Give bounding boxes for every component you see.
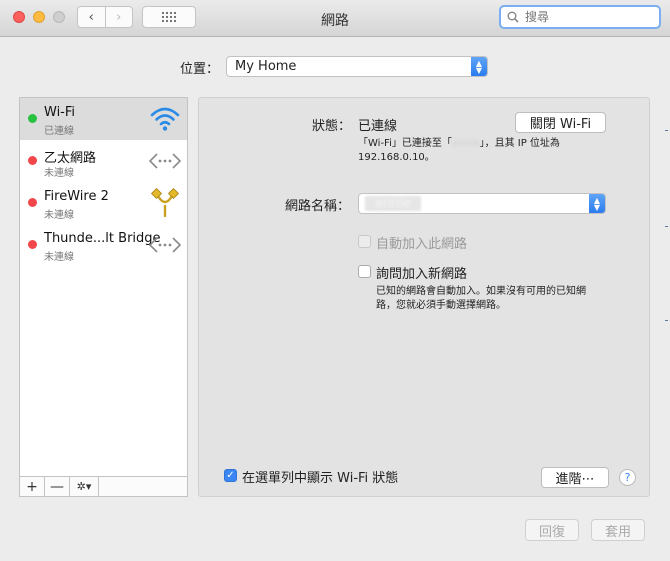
add-service-button[interactable]: +: [20, 477, 45, 496]
status-desc-text: 「Wi-Fi」已連接至「: [358, 138, 452, 149]
background-edge-mark: [665, 226, 668, 227]
help-icon[interactable]: ?: [619, 469, 636, 486]
status-dot: [28, 240, 37, 249]
location-popup[interactable]: My Home ▲ ▼: [226, 56, 488, 77]
show-in-menubar-checkbox[interactable]: ✓: [224, 469, 237, 482]
service-item-thunderbolt-bridge[interactable]: Thunde...lt Bridge 未連線: [20, 224, 187, 266]
service-item-ethernet[interactable]: 乙太網路 未連線: [20, 140, 187, 182]
location-value: My Home: [235, 59, 297, 74]
apply-button[interactable]: 套用: [591, 519, 645, 541]
remove-service-button[interactable]: —: [45, 477, 70, 496]
status-value: 已連線: [358, 119, 398, 134]
service-list: Wi-Fi 已連線 乙太網路 未連線 FireWire 2 未連線 Thunde…: [19, 97, 188, 477]
search-field[interactable]: [499, 5, 661, 29]
show-in-menubar-label: 在選單列中顯示 Wi-Fi 狀態: [242, 471, 399, 486]
auto-join-checkbox[interactable]: [358, 235, 371, 248]
ask-join-description: 已知的網路會自動加入。如果沒有可用的已知網 路，您就必須手動選擇網路。: [376, 285, 606, 313]
service-name: Wi-Fi: [44, 105, 76, 120]
search-icon: [507, 11, 519, 23]
status-dot: [28, 156, 37, 165]
service-status: 未連線: [44, 252, 74, 263]
gear-icon[interactable]: ✲▾: [70, 477, 99, 496]
background-edge-mark: [665, 130, 668, 131]
advanced-button[interactable]: 進階⋯: [541, 467, 609, 488]
blurred-network-name: annie: [451, 138, 480, 149]
service-name: Thunde...lt Bridge: [44, 231, 161, 246]
service-status: 未連線: [44, 210, 74, 221]
network-name-value: annie: [365, 196, 422, 211]
popup-arrows-icon: ▲ ▼: [471, 57, 487, 76]
status-desc-text: 」，且其 IP 位址為: [479, 138, 560, 149]
service-item-firewire[interactable]: FireWire 2 未連線: [20, 182, 187, 224]
status-label: 狀態：: [312, 119, 352, 134]
network-name-label: 網路名稱：: [285, 199, 351, 214]
status-desc-text: 192.168.0.10。: [358, 152, 435, 163]
ask-join-desc-text: 路，您就必須手動選擇網路。: [376, 300, 506, 311]
network-name-popup[interactable]: annie ▲ ▼: [358, 193, 606, 214]
title-bar: ‹ › 網路: [0, 0, 670, 37]
service-status: 未連線: [44, 168, 74, 179]
popup-arrows-icon: ▲ ▼: [589, 194, 605, 213]
revert-button[interactable]: 回復: [525, 519, 579, 541]
service-name: FireWire 2: [44, 189, 109, 204]
status-dot: [28, 198, 37, 207]
ask-join-label: 詢問加入新網路: [376, 267, 468, 282]
service-item-wifi[interactable]: Wi-Fi 已連線: [20, 98, 187, 140]
ethernet-icon: [148, 153, 182, 169]
search-input[interactable]: [523, 9, 647, 25]
turn-off-wifi-button[interactable]: 關閉 Wi-Fi: [515, 112, 606, 133]
ask-join-desc-text: 已知的網路會自動加入。如果沒有可用的已知網: [376, 286, 586, 297]
service-list-toolbar: + — ✲▾: [19, 477, 188, 497]
status-description: 「Wi-Fi」已連接至「annie」，且其 IP 位址為 192.168.0.1…: [358, 137, 560, 165]
wifi-icon: [150, 107, 180, 131]
service-status: 已連線: [44, 126, 74, 137]
location-label: 位置：: [180, 62, 220, 77]
firewire-icon: [150, 188, 180, 218]
auto-join-label: 自動加入此網路: [376, 237, 468, 252]
thunderbolt-bridge-icon: [148, 237, 182, 253]
status-dot: [28, 114, 37, 123]
ask-join-checkbox[interactable]: [358, 265, 371, 278]
background-edge-mark: [665, 320, 668, 321]
